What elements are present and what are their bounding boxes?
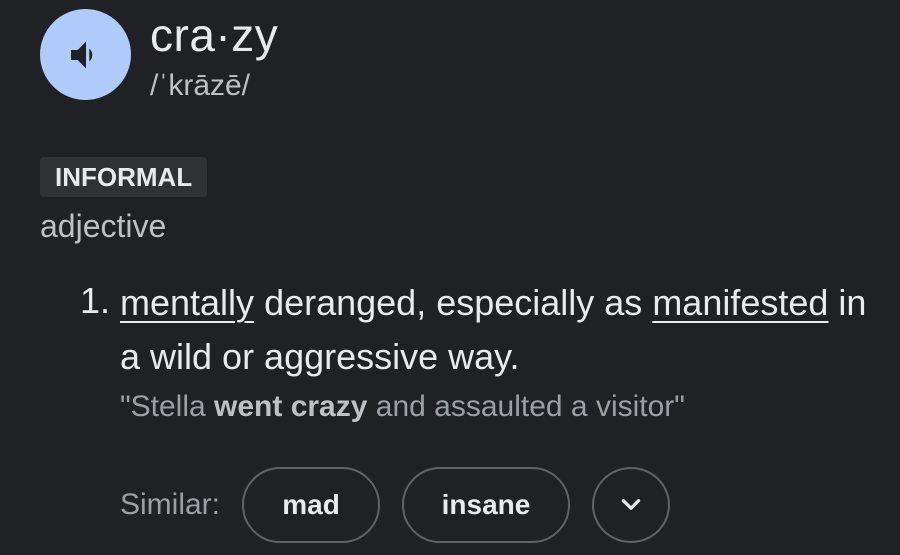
similar-label: Similar: — [120, 488, 221, 521]
example-close: and assaulted a visitor" — [367, 390, 685, 423]
part-of-speech: adjective — [40, 208, 167, 244]
definition-text: mentally deranged, especially as manifes… — [120, 276, 880, 384]
similar-chip-insane[interactable]: insane — [402, 467, 571, 543]
example-highlight: went crazy — [214, 390, 368, 423]
similar-words-row: Similar: mad insane — [120, 465, 671, 545]
definition-link-manifested[interactable]: manifested — [652, 282, 828, 323]
show-more-similar-button[interactable] — [592, 467, 671, 543]
definition-segment: deranged, especially as — [254, 282, 653, 323]
chevron-down-icon — [621, 499, 641, 510]
definition-link-mentally[interactable]: mentally — [120, 282, 254, 323]
definition-number: 1. — [80, 280, 111, 321]
register-badge: INFORMAL — [40, 157, 208, 197]
similar-chip-mad[interactable]: mad — [242, 467, 381, 543]
phonetic-spelling: /ˈkrāzē/ — [150, 69, 251, 102]
headword: cra·zy — [150, 9, 279, 61]
example-sentence: "Stella went crazy and assaulted a visit… — [120, 387, 685, 427]
volume-up-icon — [70, 41, 92, 68]
pronunciation-speaker-button[interactable] — [40, 9, 131, 100]
example-open: "Stella — [120, 390, 215, 423]
